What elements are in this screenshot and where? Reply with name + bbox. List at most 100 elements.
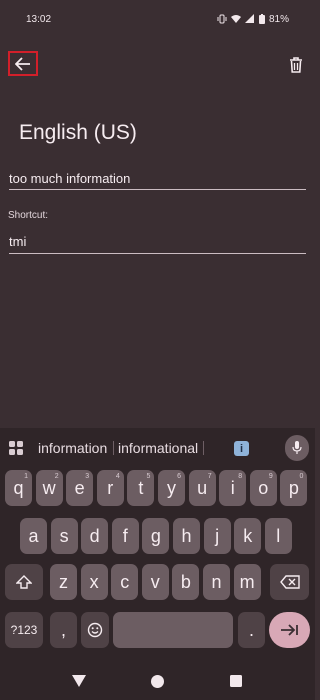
key-label: j: [215, 525, 220, 546]
trash-icon: [290, 57, 302, 73]
key-label: n: [211, 571, 222, 592]
key-label: v: [150, 571, 160, 592]
key-label: w: [42, 477, 56, 498]
key-y[interactable]: y6: [158, 470, 185, 506]
comma-key[interactable]: ,: [50, 612, 77, 648]
key-z[interactable]: z: [50, 564, 77, 600]
status-icons: 81%: [217, 14, 289, 25]
wifi-icon: [230, 15, 241, 23]
key-hint: 2: [54, 473, 59, 480]
key-label: b: [180, 571, 191, 592]
key-hint: 1: [24, 473, 28, 480]
page-title: English (US): [19, 121, 137, 144]
key-hint: 7: [207, 473, 212, 480]
suggestion-1[interactable]: information: [38, 440, 107, 456]
key-label: r: [107, 477, 114, 498]
key-label: l: [276, 525, 281, 546]
delete-button[interactable]: [284, 53, 308, 77]
key-b[interactable]: b: [172, 564, 200, 600]
key-o[interactable]: o9: [249, 470, 277, 506]
circle-home-icon: [150, 674, 164, 688]
key-f[interactable]: f: [111, 518, 139, 554]
suggestion-bar: information informational i: [0, 428, 315, 468]
key-i[interactable]: i8: [219, 470, 247, 506]
key-hint: 6: [177, 473, 181, 480]
suggestion-2[interactable]: informational: [118, 440, 198, 456]
key-h[interactable]: h: [173, 518, 200, 554]
key-t[interactable]: t5: [127, 470, 155, 506]
backspace-key[interactable]: [270, 564, 309, 600]
key-label: y: [167, 477, 176, 498]
phrase-input[interactable]: too much information: [9, 166, 306, 190]
key-hint: 9: [268, 473, 273, 480]
key-label: q: [13, 477, 24, 498]
key-label: z: [59, 571, 68, 592]
key-hint: 8: [238, 473, 243, 480]
navigation-bar: [0, 662, 315, 700]
key-label: h: [181, 525, 192, 546]
nav-home-button[interactable]: [150, 674, 164, 688]
tab-next-icon: [280, 624, 298, 636]
nav-back-button[interactable]: [71, 674, 87, 688]
nav-recents-button[interactable]: [229, 674, 243, 688]
signal-icon: [244, 14, 254, 23]
key-label: o: [258, 477, 269, 498]
key-label: g: [150, 525, 161, 546]
info-emoji-icon[interactable]: i: [234, 441, 249, 456]
key-label: a: [28, 525, 39, 546]
enter-key[interactable]: [269, 612, 310, 648]
key-q[interactable]: q1: [5, 470, 32, 506]
key-label: k: [243, 525, 253, 546]
key-hint: 3: [85, 473, 90, 480]
key-m[interactable]: m: [233, 564, 261, 600]
key-label: e: [74, 477, 85, 498]
key-v[interactable]: v: [141, 564, 169, 600]
status-bar: 13:02 81%: [0, 0, 315, 38]
back-button[interactable]: [8, 51, 38, 76]
key-e[interactable]: e3: [66, 470, 94, 506]
key-label: x: [89, 571, 99, 592]
shift-icon: [16, 575, 32, 589]
square-recents-icon: [230, 675, 242, 687]
key-hint: 4: [115, 473, 120, 480]
suggestion-divider: [113, 441, 114, 455]
battery-icon: [258, 14, 265, 24]
emoji-key[interactable]: [81, 612, 109, 648]
key-l[interactable]: l: [264, 518, 292, 554]
key-j[interactable]: j: [203, 518, 231, 554]
key-a[interactable]: a: [20, 518, 47, 554]
key-w[interactable]: w2: [35, 470, 63, 506]
key-label: m: [239, 571, 255, 592]
symbols-key[interactable]: ?123: [5, 612, 43, 648]
mic-button[interactable]: [285, 435, 309, 461]
key-c[interactable]: c: [111, 564, 139, 600]
emoji-icon: [87, 622, 103, 638]
key-p[interactable]: p0: [280, 470, 308, 506]
key-d[interactable]: d: [81, 518, 109, 554]
key-k[interactable]: k: [234, 518, 262, 554]
top-bar: [0, 38, 315, 88]
key-label: s: [59, 525, 69, 546]
key-r[interactable]: r4: [96, 470, 124, 506]
triangle-back-icon: [72, 675, 86, 687]
key-g[interactable]: g: [142, 518, 170, 554]
space-key[interactable]: [113, 612, 233, 648]
key-label: i: [230, 477, 235, 498]
key-u[interactable]: u7: [188, 470, 216, 506]
keyboard: information informational i q1w2e3r4t5y6…: [0, 428, 315, 662]
shift-key[interactable]: [5, 564, 43, 600]
key-n[interactable]: n: [203, 564, 230, 600]
backspace-icon: [279, 575, 300, 589]
shortcut-input[interactable]: tmi: [9, 229, 306, 254]
key-label: c: [120, 571, 130, 592]
key-x[interactable]: x: [80, 564, 108, 600]
key-s[interactable]: s: [50, 518, 78, 554]
key-label: t: [138, 477, 144, 498]
suggestion-divider: [203, 441, 204, 455]
arrow-left-icon: [15, 56, 30, 71]
key-hint: 0: [299, 473, 304, 480]
shortcut-label: Shortcut:: [8, 210, 49, 221]
period-key[interactable]: .: [238, 612, 265, 648]
apps-grid-icon[interactable]: [9, 441, 23, 455]
key-label: p: [288, 477, 299, 498]
